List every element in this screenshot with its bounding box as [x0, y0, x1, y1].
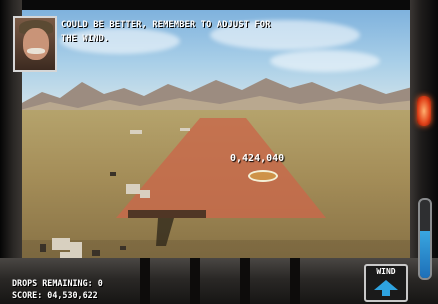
cockpit-frame-top	[0, 0, 438, 10]
drop-target-icon	[248, 170, 278, 182]
floor-rib	[190, 258, 200, 304]
drops-remaining: DROPS REMAINING: 0	[12, 278, 103, 288]
floor-rib	[240, 258, 250, 304]
wind-indicator: WIND	[364, 264, 408, 302]
floor-rib	[290, 258, 300, 304]
floor-rib	[140, 258, 150, 304]
wind-arrow-icon	[374, 280, 398, 296]
game-screen: COULD BE BETTER, REMEMBER TO ADJUST FOR …	[0, 0, 438, 304]
drop-score-popup: 0,424,040	[230, 153, 285, 164]
wind-label: WIND	[376, 267, 396, 276]
warning-light-icon	[417, 96, 431, 126]
gauge-fill	[420, 231, 430, 278]
drop-power-gauge	[418, 198, 432, 280]
plane-shadow	[128, 210, 206, 246]
commander-portrait	[13, 16, 57, 72]
total-score: SCORE: 04,530,622	[12, 290, 98, 300]
instruction-message: COULD BE BETTER, REMEMBER TO ADJUST FOR …	[61, 20, 271, 44]
